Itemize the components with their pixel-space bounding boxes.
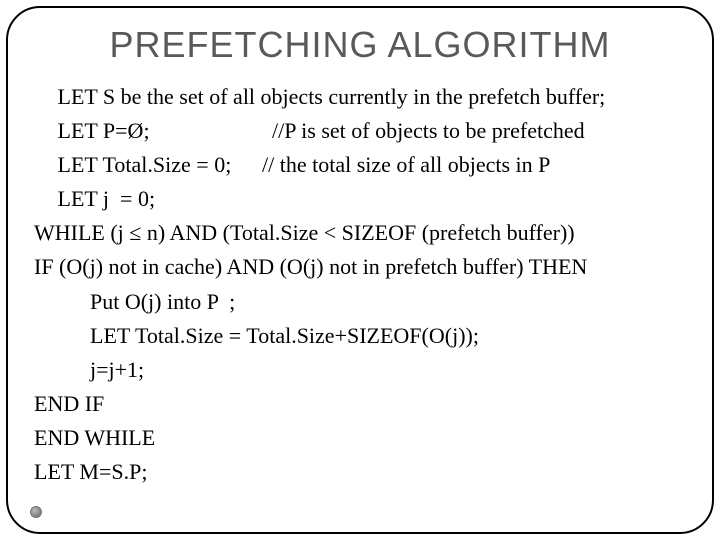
code-line: END WHILE — [34, 421, 686, 455]
code-line: END IF — [34, 387, 686, 421]
algorithm-body: LET S be the set of all objects currentl… — [34, 80, 686, 489]
code-line: j=j+1; — [34, 353, 686, 387]
slide-frame: PREFETCHING ALGORITHM LET S be the set o… — [6, 6, 714, 534]
code-line: WHILE (j ≤ n) AND (Total.Size < SIZEOF (… — [34, 216, 686, 250]
slide-title: PREFETCHING ALGORITHM — [34, 24, 686, 66]
code-comment: // the total size of all objects in P — [262, 152, 550, 177]
code-line: LET j = 0; — [34, 182, 686, 216]
code-stmt: LET Total.Size = 0; — [52, 148, 262, 182]
code-line: LET S be the set of all objects currentl… — [34, 80, 686, 114]
code-line: LET M=S.P; — [34, 455, 686, 489]
code-line: LET Total.Size = Total.Size+SIZEOF(O(j))… — [34, 319, 686, 353]
code-line: LET Total.Size = 0;// the total size of … — [34, 148, 686, 182]
slide: PREFETCHING ALGORITHM LET S be the set o… — [0, 0, 720, 540]
code-line: IF (O(j) not in cache) AND (O(j) not in … — [34, 250, 686, 284]
code-stmt: LET P=Ø; — [52, 114, 272, 148]
code-line: Put O(j) into P ; — [34, 285, 686, 319]
code-line: LET P=Ø;//P is set of objects to be pref… — [34, 114, 686, 148]
code-comment: //P is set of objects to be prefetched — [272, 118, 585, 143]
bullet-icon — [30, 506, 42, 518]
